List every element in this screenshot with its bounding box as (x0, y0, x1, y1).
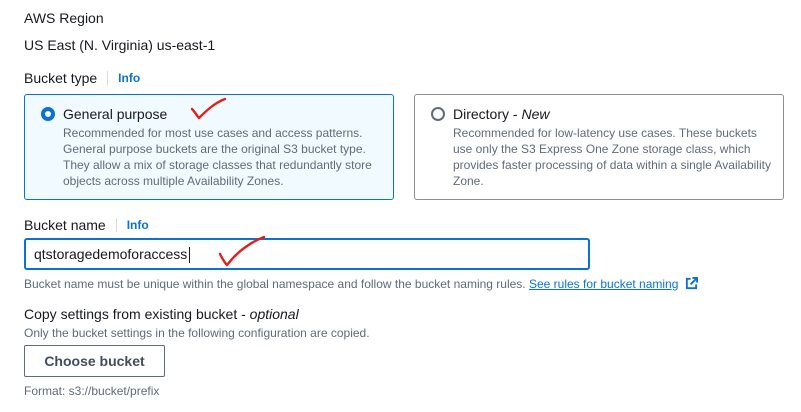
choose-bucket-button-label: Choose bucket (44, 353, 145, 369)
copy-settings-title-text: Copy settings from existing bucket - (24, 306, 250, 322)
bucket-name-hint-text: Bucket name must be unique within the gl… (24, 277, 526, 291)
general-purpose-radio[interactable] (41, 107, 55, 121)
bucket-name-input-value: qtstoragedemoforaccess (34, 246, 188, 262)
bucket-naming-rules-link[interactable]: See rules for bucket naming (529, 277, 678, 291)
aws-region-value: US East (N. Virginia) us-east-1 (24, 37, 216, 53)
bucket-name-info-link[interactable]: Info (127, 218, 149, 232)
general-purpose-description: Recommended for most use cases and acces… (63, 126, 372, 188)
bucket-type-label-row: Bucket type Info (24, 70, 140, 86)
directory-title: Directory - New (453, 106, 549, 122)
copy-settings-description: Only the bucket settings in the followin… (24, 326, 370, 340)
general-purpose-option-card[interactable]: General purpose Recommended for most use… (24, 94, 394, 200)
directory-description: Recommended for low-latency use cases. T… (453, 126, 771, 188)
text-caret (189, 247, 190, 263)
directory-radio[interactable] (431, 107, 445, 121)
directory-title-text: Directory - (453, 106, 522, 122)
general-purpose-title: General purpose (63, 106, 168, 122)
info-divider (115, 218, 117, 232)
copy-settings-optional-label: optional (249, 306, 299, 322)
info-divider (107, 71, 109, 85)
aws-region-label: AWS Region (24, 10, 104, 26)
directory-new-label: New (521, 106, 550, 122)
bucket-name-label: Bucket name (24, 217, 106, 233)
bucket-name-input[interactable]: qtstoragedemoforaccess (25, 239, 589, 269)
bucket-type-label: Bucket type (24, 70, 98, 86)
bucket-name-hint: Bucket name must be unique within the gl… (24, 277, 698, 291)
directory-option-card[interactable]: Directory - New Recommended for low-late… (414, 94, 784, 200)
copy-settings-title: Copy settings from existing bucket - opt… (24, 306, 299, 322)
bucket-format-hint: Format: s3://bucket/prefix (24, 384, 160, 398)
bucket-type-info-link[interactable]: Info (118, 71, 140, 85)
bucket-name-label-row: Bucket name Info (24, 217, 149, 233)
choose-bucket-button[interactable]: Choose bucket (24, 345, 165, 377)
external-link-icon[interactable] (685, 277, 698, 290)
